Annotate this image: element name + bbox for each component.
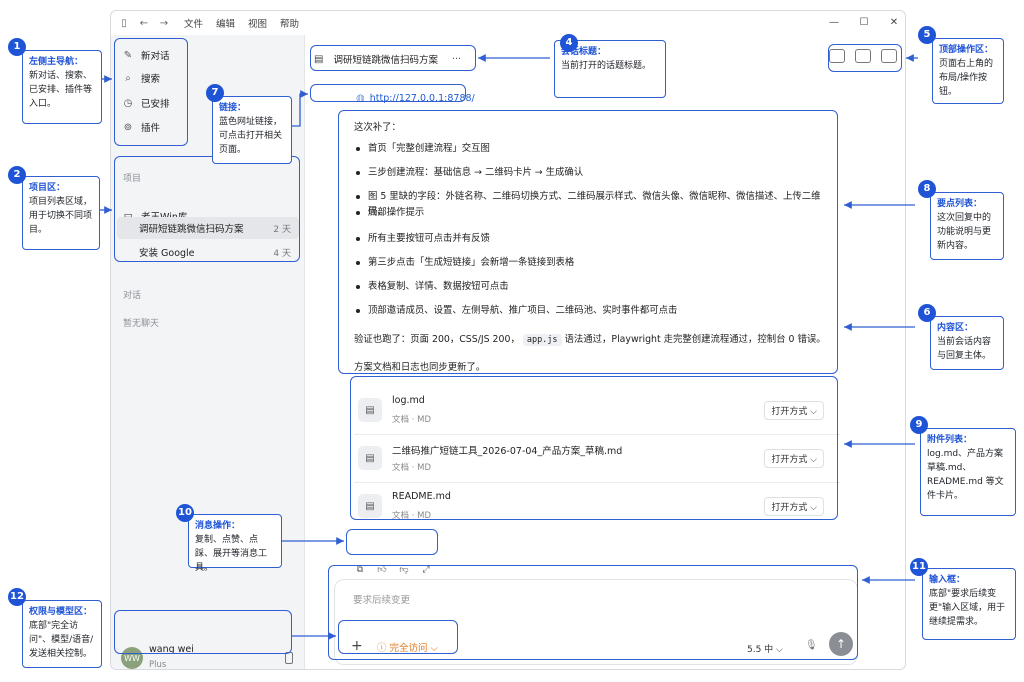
highlight-access (338, 620, 458, 654)
badge-9: 9 (910, 416, 928, 434)
callout-body: 底部"完全访问"、模型/语音/发送相关控制。 (29, 621, 94, 659)
callout-bullets: 要点列表： 这次回复中的功能说明与更新内容。 (930, 192, 1004, 260)
badge-4: 4 (560, 34, 578, 52)
callout-content: 内容区： 当前会话内容与回复主体。 (930, 316, 1004, 370)
forward-icon[interactable]: → (157, 16, 171, 30)
titlebar: ▯ ← → 文件 编辑 视图 帮助 — ☐ ✕ (111, 11, 905, 35)
callout-composer: 输入框： 底部"要求后续变更"输入区域，用于继续提需求。 (922, 568, 1016, 640)
callout-title: 顶部操作区： (939, 45, 994, 55)
menu-view[interactable]: 视图 (248, 16, 267, 30)
callout-title: 内容区： (937, 323, 974, 333)
back-icon[interactable]: ← (137, 16, 151, 30)
callout-title: 链接： (219, 103, 247, 113)
callout-body: 页面右上角的布局/操作按钮。 (939, 59, 994, 97)
callout-body: 新对话、搜索、已安排、插件等入口。 (29, 71, 93, 109)
callout-body: 复制、点赞、点踩、展开等消息工具。 (195, 535, 268, 573)
badge-10: 10 (176, 504, 194, 522)
highlight-projects (114, 156, 300, 262)
callout-title: 项目区： (29, 183, 66, 193)
badge-5: 5 (918, 26, 936, 44)
callout-title: 左侧主导航： (29, 57, 84, 67)
callout-projects: 项目区： 项目列表区域，用于切换不同项目。 (22, 176, 100, 250)
empty-chats-label: 暂无聊天 (123, 319, 160, 329)
callout-body: log.md、产品方案草稿.md、README.md 等文件卡片。 (927, 449, 1004, 501)
highlight-nav (114, 38, 188, 146)
callout-title: 输入框： (929, 575, 966, 585)
highlight-link (310, 84, 466, 102)
sidebar-toggle-icon[interactable]: ▯ (117, 16, 131, 30)
callout-body: 底部"要求后续变更"输入区域，用于继续提需求。 (929, 589, 1006, 627)
badge-12: 12 (8, 588, 26, 606)
callout-nav: 左侧主导航： 新对话、搜索、已安排、插件等入口。 (22, 50, 102, 124)
highlight-msg-tools (346, 529, 438, 555)
callout-body: 项目列表区域，用于切换不同项目。 (29, 197, 93, 235)
badge-7: 7 (206, 84, 224, 102)
minimize-icon[interactable]: — (827, 16, 841, 30)
highlight-title (310, 45, 476, 71)
badge-2: 2 (8, 166, 26, 184)
callout-body: 当前会话内容与回复主体。 (937, 337, 992, 361)
callout-body: 蓝色网址链接，可点击打开相关页面。 (219, 117, 283, 155)
badge-1: 1 (8, 38, 26, 56)
callout-title: 要点列表： (937, 199, 983, 209)
callout-attachments: 附件列表： log.md、产品方案草稿.md、README.md 等文件卡片。 (920, 428, 1016, 516)
maximize-icon[interactable]: ☐ (857, 16, 871, 30)
callout-title: 权限与模型区： (29, 607, 93, 617)
highlight-content (338, 110, 838, 374)
highlight-attachments (350, 376, 838, 520)
close-icon[interactable]: ✕ (887, 16, 901, 30)
badge-6: 6 (918, 304, 936, 322)
menu-edit[interactable]: 编辑 (216, 16, 235, 30)
callout-top-actions: 顶部操作区： 页面右上角的布局/操作按钮。 (932, 38, 1004, 104)
highlight-top-actions (828, 44, 902, 72)
badge-11: 11 (910, 558, 928, 576)
highlight-user (114, 610, 292, 654)
menu-file[interactable]: 文件 (184, 16, 203, 30)
callout-link: 链接： 蓝色网址链接，可点击打开相关页面。 (212, 96, 292, 164)
dialogs-label: 对话 (123, 291, 142, 301)
callout-title: 消息操作： (195, 521, 241, 531)
user-plan: Plus (149, 660, 167, 670)
callout-msg-tools: 消息操作： 复制、点赞、点踩、展开等消息工具。 (188, 514, 282, 573)
badge-8: 8 (918, 180, 936, 198)
callout-title: 附件列表： (927, 435, 973, 445)
callout-access: 权限与模型区： 底部"完全访问"、模型/语音/发送相关控制。 (22, 600, 102, 668)
callout-body: 这次回复中的功能说明与更新内容。 (937, 213, 992, 251)
menu-help[interactable]: 帮助 (280, 16, 299, 30)
callout-body: 当前打开的话题标题。 (561, 61, 652, 71)
